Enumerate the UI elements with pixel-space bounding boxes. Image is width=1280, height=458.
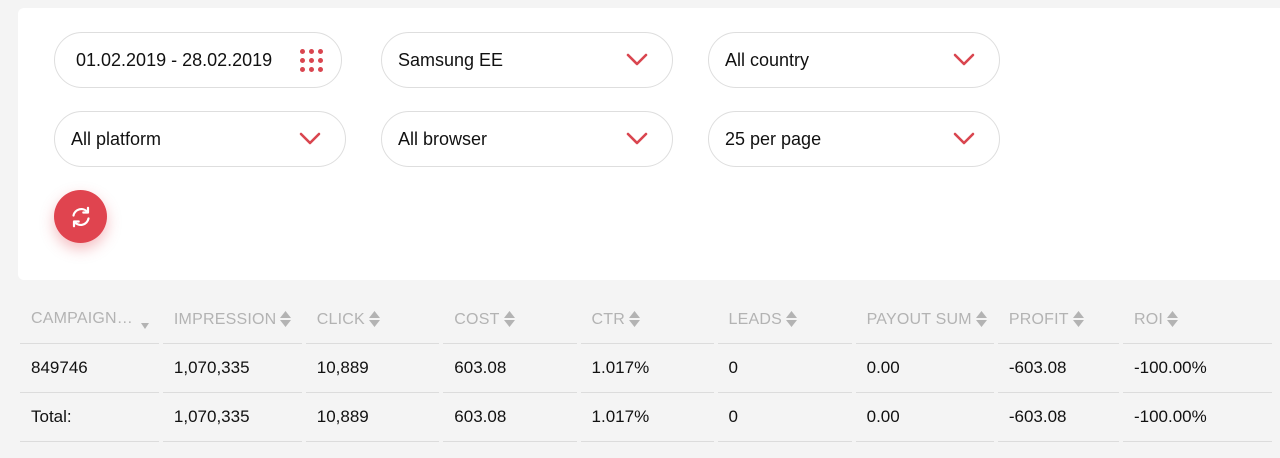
browser-select-value: All browser <box>398 128 488 149</box>
sort-icon <box>975 311 987 328</box>
cell-impression: 1,070,335 <box>162 393 302 442</box>
cell-profit: -603.08 <box>997 344 1119 393</box>
cell-click: 10,889 <box>305 393 440 442</box>
cell-payout-sum: 0.00 <box>855 344 994 393</box>
sort-icon <box>1167 311 1179 328</box>
chevron-down-icon <box>953 132 975 145</box>
cell-roi: -100.00% <box>1122 393 1272 442</box>
column-header-campaign[interactable]: CAMPAIGN… <box>20 296 159 344</box>
cell-ctr: 1.017% <box>580 344 714 393</box>
column-header-payout-sum[interactable]: PAYOUT SUM <box>855 296 994 344</box>
sort-icon <box>280 311 292 328</box>
column-header-roi[interactable]: ROI <box>1122 296 1272 344</box>
platform-select-value: All platform <box>71 128 162 149</box>
refresh-icon <box>71 206 90 227</box>
chevron-down-icon <box>626 53 648 66</box>
cell-ctr: 1.017% <box>580 393 714 442</box>
date-range-value: 01.02.2019 - 28.02.2019 <box>76 49 273 70</box>
column-header-impression[interactable]: IMPRESSION <box>162 296 302 344</box>
column-header-profit[interactable]: PROFIT <box>997 296 1119 344</box>
country-select-value: All country <box>725 49 810 70</box>
cell-roi: -100.00% <box>1122 344 1272 393</box>
refresh-button[interactable] <box>54 190 107 243</box>
sort-icon <box>786 311 798 328</box>
cell-payout-sum: 0.00 <box>855 393 994 442</box>
campaign-select[interactable]: Samsung EE <box>381 32 673 88</box>
column-header-click[interactable]: CLICK <box>305 296 440 344</box>
table-row: 849746 1,070,335 10,889 603.08 1.017% 0 … <box>20 344 1272 393</box>
cell-cost: 603.08 <box>443 393 577 442</box>
date-range-picker[interactable]: 01.02.2019 - 28.02.2019 <box>54 32 342 88</box>
table-total-row: Total: 1,070,335 10,889 603.08 1.017% 0 … <box>20 393 1272 442</box>
per-page-select[interactable]: 25 per page <box>708 111 1000 167</box>
sort-icon <box>629 311 641 328</box>
sort-desc-icon <box>140 323 149 329</box>
sort-icon <box>368 311 380 328</box>
platform-select[interactable]: All platform <box>54 111 346 167</box>
cell-leads: 0 <box>717 393 852 442</box>
cell-campaign: 849746 <box>20 344 159 393</box>
campaign-select-value: Samsung EE <box>398 49 504 70</box>
per-page-select-value: 25 per page <box>725 128 822 149</box>
table-header-row: CAMPAIGN… IMPRESSION CLICK COST CTR LEAD… <box>20 296 1272 344</box>
cell-cost: 603.08 <box>443 344 577 393</box>
calendar-grid-icon <box>300 48 323 72</box>
cell-impression: 1,070,335 <box>162 344 302 393</box>
stats-table: CAMPAIGN… IMPRESSION CLICK COST CTR LEAD… <box>16 296 1276 442</box>
sort-icon <box>503 311 515 328</box>
column-header-ctr[interactable]: CTR <box>580 296 714 344</box>
chevron-down-icon <box>626 132 648 145</box>
chevron-down-icon <box>299 132 321 145</box>
sort-icon <box>1072 311 1084 328</box>
cell-profit: -603.08 <box>997 393 1119 442</box>
country-select[interactable]: All country <box>708 32 1000 88</box>
cell-click: 10,889 <box>305 344 440 393</box>
chevron-down-icon <box>953 53 975 66</box>
browser-select[interactable]: All browser <box>381 111 673 167</box>
cell-leads: 0 <box>717 344 852 393</box>
cell-total-label: Total: <box>20 393 159 442</box>
column-header-leads[interactable]: LEADS <box>717 296 852 344</box>
column-header-cost[interactable]: COST <box>443 296 577 344</box>
